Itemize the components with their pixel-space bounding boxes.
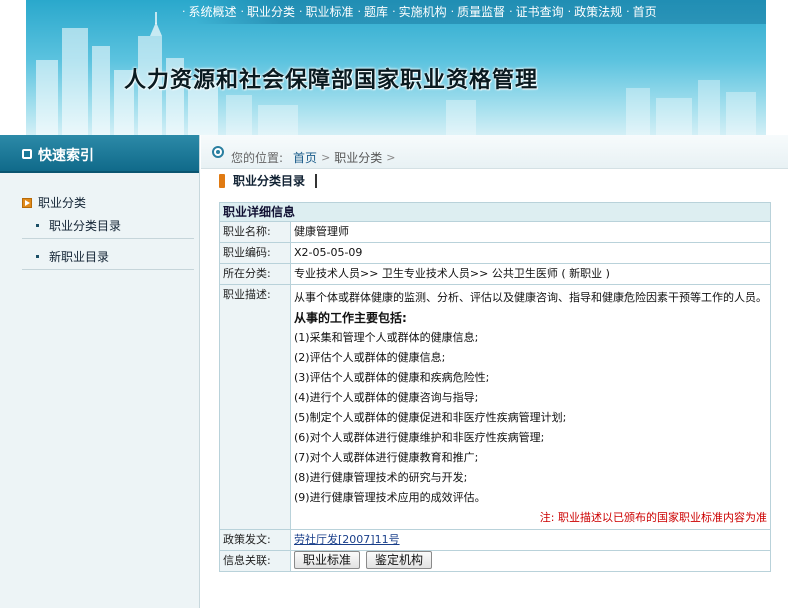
duty-item: (4)进行个人或群体的健康咨询与指导; xyxy=(294,391,479,404)
breadcrumb-home-link[interactable]: 首页 xyxy=(293,149,317,166)
section-heading: 职业分类目录 xyxy=(219,172,318,189)
nav-separator: · xyxy=(450,5,455,18)
nav-separator: · xyxy=(182,5,186,18)
main-content: 您的位置: 首页 > 职业分类 > 职业分类目录 职业详细信息 职业名称: 健康… xyxy=(201,135,788,608)
duty-item: (6)对个人或群体进行健康维护和非医疗性疾病管理; xyxy=(294,431,545,444)
quick-index-title: 快速索引 xyxy=(38,148,94,164)
category-label: 所在分类: xyxy=(219,263,291,285)
description-note: 注: 职业描述以已颁布的国家职业标准内容为准 xyxy=(539,511,767,524)
sidebar-divider xyxy=(22,238,194,239)
nav-separator: · xyxy=(567,5,572,18)
appraisal-institution-button[interactable]: 鉴定机构 xyxy=(366,551,433,569)
duty-item: (3)评估个人或群体的健康和疾病危险性; xyxy=(294,371,490,384)
section-title: 职业分类目录 xyxy=(233,174,306,188)
breadcrumb: 您的位置: 首页 > 职业分类 > xyxy=(201,135,788,169)
nav-link-standards[interactable]: 职业标准 xyxy=(306,3,354,20)
breadcrumb-prefix: 您的位置: xyxy=(231,151,284,165)
duty-item: (1)采集和管理个人或群体的健康信息; xyxy=(294,331,479,344)
occupation-name-value: 健康管理师 xyxy=(290,221,771,243)
occupation-code-label: 职业编码: xyxy=(219,242,291,264)
sidebar-item-label: 职业分类目录 xyxy=(49,219,122,233)
policy-document-link[interactable]: 劳社厅发[2007]11号 xyxy=(294,533,400,546)
location-circle-icon xyxy=(212,146,224,158)
chevron-right-icon: > xyxy=(386,151,396,164)
table-header: 职业详细信息 xyxy=(219,202,771,222)
nav-separator: · xyxy=(240,5,245,18)
sidebar-category[interactable]: 职业分类 xyxy=(22,194,86,211)
duty-item: (9)进行健康管理技术应用的成效评估。 xyxy=(294,491,486,504)
quick-index-header: 快速索引 xyxy=(0,135,199,173)
duty-item: (7)对个人或群体进行健康教育和推广; xyxy=(294,451,479,464)
policy-label: 政策发文: xyxy=(219,529,291,551)
related-label: 信息关联: xyxy=(219,550,291,572)
sidebar-item-new-occupations[interactable]: 新职业目录 xyxy=(36,248,109,265)
nav-separator: · xyxy=(299,5,303,18)
duty-item: (8)进行健康管理技术的研究与开发; xyxy=(294,471,468,484)
description-intro: 从事个体或群体健康的监测、分析、评估以及健康咨询、指导和健康危险因素干预等工作的… xyxy=(294,291,767,304)
occupation-code-value: X2-05-05-09 xyxy=(290,242,771,264)
bullet-dot-icon xyxy=(36,224,39,227)
nav-link-overview[interactable]: 系统概述 xyxy=(189,3,237,20)
title-divider-bar xyxy=(315,173,318,188)
table-header-row: 职业详细信息 xyxy=(219,202,771,222)
duties-title: 从事的工作主要包括: xyxy=(294,311,407,325)
sidebar: 快速索引 职业分类 职业分类目录 新职业目录 xyxy=(0,135,200,608)
chevron-right-icon: > xyxy=(321,151,331,164)
breadcrumb-trail: 您的位置: 首页 > 职业分类 > xyxy=(231,149,400,166)
bullet-dot-icon xyxy=(36,255,39,258)
breadcrumb-category-link[interactable]: 职业分类 xyxy=(334,149,382,166)
table-row: 政策发文: 劳社厅发[2007]11号 xyxy=(219,529,771,551)
nav-separator: · xyxy=(626,5,630,18)
nav-link-question-bank[interactable]: 题库 xyxy=(364,3,388,20)
occupation-detail-table: 职业详细信息 职业名称: 健康管理师 职业编码: X2-05-05-09 所在分… xyxy=(219,202,771,572)
square-bullet-icon xyxy=(22,149,32,159)
table-row: 职业名称: 健康管理师 xyxy=(219,221,771,243)
nav-separator: · xyxy=(392,5,396,18)
table-row: 所在分类: 专业技术人员>> 卫生专业技术人员>> 公共卫生医师 ( 新职业 ) xyxy=(219,263,771,285)
site-banner: · 系统概述 · 职业分类 · 职业标准 · 题库 · 实施机构 · 质量监督 … xyxy=(0,0,788,135)
related-buttons: 职业标准 鉴定机构 xyxy=(290,550,771,572)
sidebar-divider xyxy=(22,269,194,270)
sidebar-item-label: 新职业目录 xyxy=(49,250,110,264)
policy-value: 劳社厅发[2007]11号 xyxy=(290,529,771,551)
nav-link-quality-supervision[interactable]: 质量监督 xyxy=(457,3,505,20)
nav-link-home[interactable]: 首页 xyxy=(633,3,657,20)
duty-item: (2)评估个人或群体的健康信息; xyxy=(294,351,446,364)
occupation-name-label: 职业名称: xyxy=(219,221,291,243)
description-label: 职业描述: xyxy=(219,284,291,530)
nav-link-institutions[interactable]: 实施机构 xyxy=(399,3,447,20)
site-title: 人力资源和社会保障部国家职业资格管理 xyxy=(124,68,539,93)
nav-separator: · xyxy=(509,5,513,18)
occupation-standard-button[interactable]: 职业标准 xyxy=(294,551,361,569)
nav-link-certificate-query[interactable]: 证书查询 xyxy=(516,3,564,20)
description-value: 从事个体或群体健康的监测、分析、评估以及健康咨询、指导和健康危险因素干预等工作的… xyxy=(290,284,771,530)
table-row: 职业编码: X2-05-05-09 xyxy=(219,242,771,264)
category-path-value: 专业技术人员>> 卫生专业技术人员>> 公共卫生医师 ( 新职业 ) xyxy=(290,263,771,285)
orange-tab-icon xyxy=(219,173,225,188)
top-navigation: · 系统概述 · 职业分类 · 职业标准 · 题库 · 实施机构 · 质量监督 … xyxy=(178,3,657,20)
nav-separator: · xyxy=(357,5,362,18)
table-row: 职业描述: 从事个体或群体健康的监测、分析、评估以及健康咨询、指导和健康危险因素… xyxy=(219,284,771,530)
sidebar-category-label: 职业分类 xyxy=(38,196,87,210)
sidebar-item-classification-catalog[interactable]: 职业分类目录 xyxy=(36,217,121,234)
duty-item: (5)制定个人或群体的健康促进和非医疗性疾病管理计划; xyxy=(294,411,567,424)
nav-link-classification[interactable]: 职业分类 xyxy=(247,3,295,20)
nav-link-policies[interactable]: 政策法规 xyxy=(574,3,622,20)
table-row: 信息关联: 职业标准 鉴定机构 xyxy=(219,550,771,572)
arrow-right-box-icon xyxy=(22,197,32,208)
